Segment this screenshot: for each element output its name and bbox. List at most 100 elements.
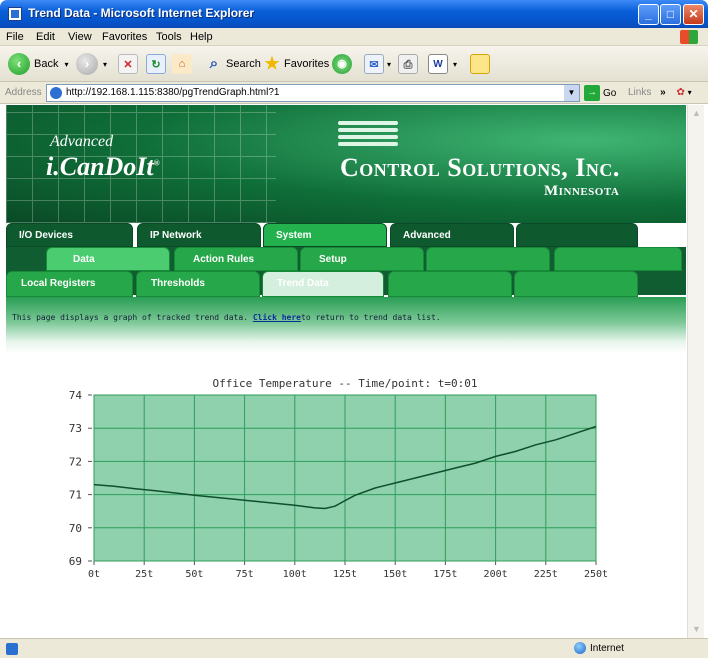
tab-thresholds[interactable]: Thresholds	[136, 271, 260, 297]
banner-advanced: Advanced	[50, 133, 114, 150]
x-tick-label: 125t	[333, 569, 357, 580]
back-dropdown-icon[interactable]: ▾	[64, 60, 68, 69]
favorites-star-icon: ★	[264, 54, 280, 73]
x-tick-label: 0t	[88, 569, 100, 580]
search-label: Search	[226, 58, 261, 70]
go-arrow-icon: →	[584, 85, 600, 101]
edit-button[interactable]: W ▾	[428, 52, 457, 76]
menu-edit[interactable]: Edit	[36, 31, 55, 43]
banner-brand: i.CanDoIt®	[46, 152, 160, 181]
refresh-button[interactable]: ↻	[146, 52, 166, 76]
messenger-button[interactable]	[470, 52, 490, 76]
address-label: Address	[5, 87, 42, 98]
media-icon: ◉	[332, 54, 352, 74]
go-label: Go	[603, 87, 617, 99]
click-here-link[interactable]: Click here	[253, 313, 301, 322]
menu-file[interactable]: File	[6, 31, 24, 43]
tab-local-registers[interactable]: Local Registers	[6, 271, 133, 297]
ie-app-icon	[8, 7, 22, 21]
maximize-button[interactable]: □	[660, 4, 681, 25]
search-button[interactable]: ⌕ Search	[204, 52, 261, 76]
print-icon: ⎙	[398, 54, 418, 74]
back-button[interactable]: ‹ Back ▾	[8, 52, 68, 76]
home-button[interactable]: ⌂	[172, 52, 192, 76]
minimize-button[interactable]: _	[638, 4, 659, 25]
tab-system[interactable]: System	[263, 223, 387, 247]
x-tick-label: 75t	[236, 569, 254, 580]
tab-blank-3[interactable]	[554, 247, 682, 271]
internet-globe-icon	[574, 642, 586, 654]
refresh-icon: ↻	[146, 54, 166, 74]
info-text-after: to return to trend data list.	[301, 313, 441, 322]
scroll-down-icon[interactable]: ▼	[691, 624, 702, 635]
address-input[interactable]: http://192.168.1.115:8380/pgTrendGraph.h…	[46, 84, 580, 102]
back-arrow-icon: ‹	[8, 53, 30, 75]
edit-dropdown-icon[interactable]: ▾	[453, 60, 457, 69]
page-status-icon	[6, 643, 18, 655]
y-tick-label: 74	[69, 389, 83, 402]
forward-arrow-icon: ›	[76, 53, 98, 75]
tab-blank-5[interactable]	[514, 271, 638, 297]
print-button[interactable]: ⎙	[398, 52, 418, 76]
address-dropdown-icon[interactable]: ▼	[564, 85, 579, 101]
forward-button[interactable]: › ▾	[76, 52, 107, 76]
favorites-button[interactable]: ★ Favorites	[262, 52, 329, 76]
tab-ip-network[interactable]: IP Network	[137, 223, 261, 247]
info-text-before: This page displays a graph of tracked tr…	[12, 313, 253, 322]
banner-company: Control Solutions, Inc.	[340, 153, 620, 182]
x-tick-label: 100t	[283, 569, 307, 580]
banner-state: Minnesota	[544, 183, 620, 199]
forward-dropdown-icon[interactable]: ▾	[103, 60, 107, 69]
go-button[interactable]: → Go	[584, 85, 616, 101]
tab-io-devices[interactable]: I/O Devices	[6, 223, 133, 247]
banner-brand-text: i.CanDoIt	[46, 152, 154, 181]
stop-button[interactable]: ✕	[118, 52, 138, 76]
security-zone: Internet	[574, 642, 624, 654]
info-band	[6, 297, 686, 353]
media-button[interactable]: ◉	[332, 52, 352, 76]
tab-trend-data[interactable]: Trend Data	[262, 271, 384, 297]
toolbar-extension-icon[interactable]: ✿	[676, 87, 684, 98]
home-icon: ⌂	[172, 54, 192, 74]
search-icon: ⌕	[209, 55, 219, 72]
mail-button[interactable]: ✉ ▾	[364, 52, 391, 76]
messenger-note-icon	[470, 54, 490, 74]
tab-blank-1[interactable]	[516, 223, 638, 247]
close-button[interactable]: ✕	[683, 4, 704, 25]
x-tick-label: 175t	[433, 569, 457, 580]
zone-label: Internet	[590, 642, 624, 654]
tab-blank-2[interactable]	[426, 247, 550, 271]
window-titlebar: Trend Data - Microsoft Internet Explorer…	[0, 0, 708, 28]
menu-tools[interactable]: Tools	[156, 31, 182, 43]
x-tick-label: 200t	[484, 569, 508, 580]
x-tick-label: 250t	[584, 569, 608, 580]
mail-icon: ✉	[364, 54, 384, 74]
windows-logo-icon	[680, 30, 698, 44]
chevron-right-icon: »	[660, 87, 666, 98]
tab-action-rules[interactable]: Action Rules	[174, 247, 298, 271]
y-tick-label: 70	[69, 522, 82, 535]
extension-dropdown-icon[interactable]: ▾	[688, 88, 692, 97]
menu-view[interactable]: View	[68, 31, 92, 43]
links-button[interactable]: Links » ✿ ▾	[628, 87, 692, 98]
y-tick-label: 69	[69, 555, 82, 568]
links-label: Links	[628, 87, 652, 98]
mail-dropdown-icon[interactable]: ▾	[387, 60, 391, 69]
y-tick-label: 71	[69, 489, 82, 502]
tab-advanced[interactable]: Advanced	[390, 223, 514, 247]
menu-bar: File Edit View Favorites Tools Help	[0, 28, 708, 46]
tab-data[interactable]: Data	[46, 247, 170, 271]
address-bar: Address http://192.168.1.115:8380/pgTren…	[0, 82, 708, 104]
tab-setup[interactable]: Setup	[300, 247, 424, 271]
address-url[interactable]: http://192.168.1.115:8380/pgTrendGraph.h…	[66, 87, 280, 98]
scroll-up-icon[interactable]: ▲	[691, 108, 702, 119]
stop-icon: ✕	[118, 54, 138, 74]
chart-title: Office Temperature -- Time/point: t=0:01	[213, 377, 478, 390]
vertical-scrollbar[interactable]: ▲ ▼	[687, 105, 704, 638]
menu-favorites[interactable]: Favorites	[102, 31, 147, 43]
company-logo-icon	[338, 121, 398, 151]
menu-help[interactable]: Help	[190, 31, 213, 43]
tab-row-system: Data Action Rules Setup	[6, 247, 686, 271]
tab-row-main: I/O Devices IP Network System Advanced	[6, 223, 686, 247]
tab-blank-4[interactable]	[388, 271, 512, 297]
